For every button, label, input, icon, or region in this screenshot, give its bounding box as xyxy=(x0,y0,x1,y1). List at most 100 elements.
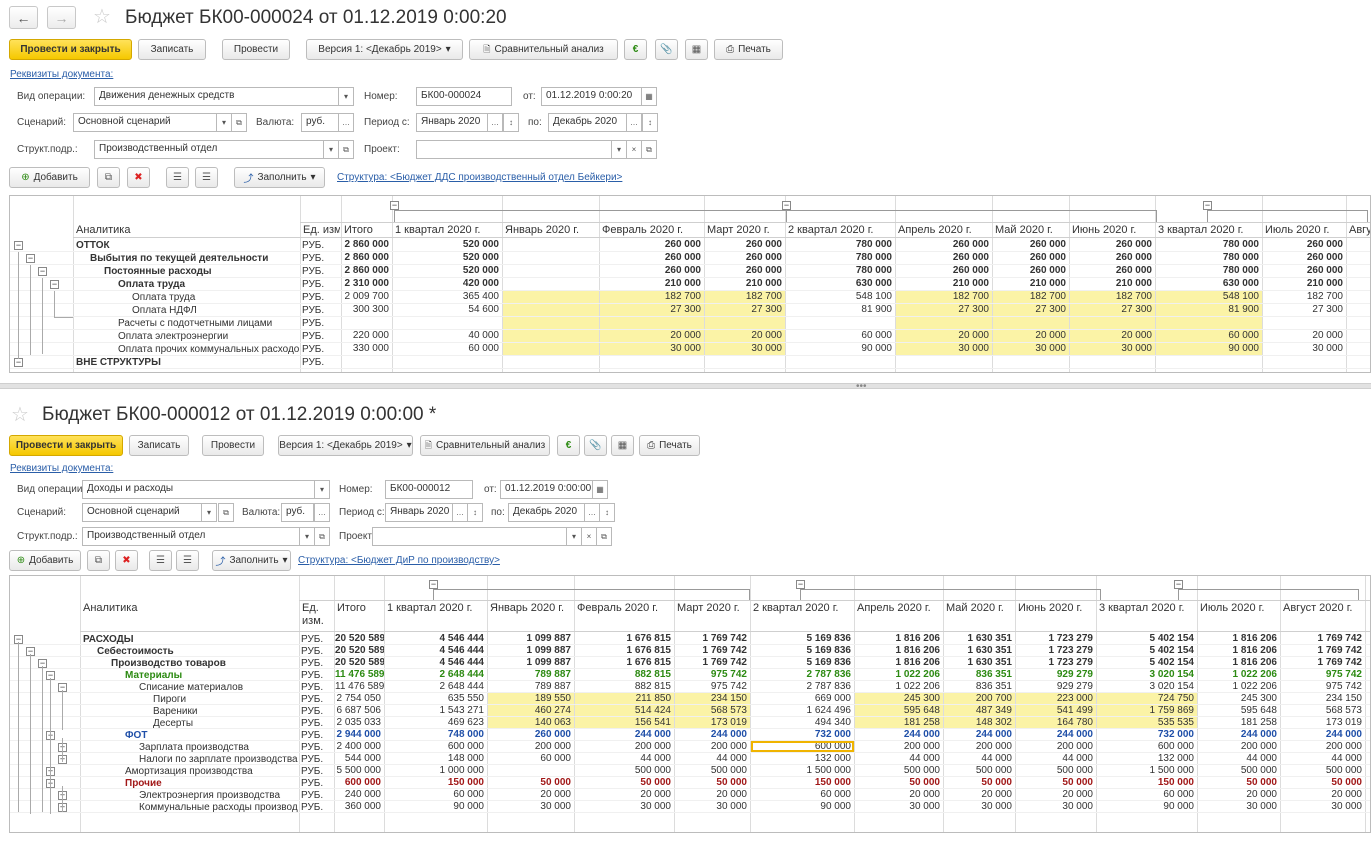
value-cell[interactable]: 1 022 206 xyxy=(1198,681,1280,692)
value-cell[interactable]: 210 000 xyxy=(1070,278,1155,290)
column-header[interactable]: Февраль 2020 г. xyxy=(602,224,703,236)
period-to-spin-icon[interactable]: ↕ xyxy=(642,113,658,132)
column-header[interactable]: Июль 2020 г. xyxy=(1200,602,1279,630)
value-cell[interactable]: 975 742 xyxy=(1281,669,1365,680)
value-cell[interactable]: 260 000 xyxy=(705,239,785,251)
period-to-field[interactable]: Декабрь 2020 xyxy=(548,113,627,132)
value-cell[interactable]: 20 000 xyxy=(896,330,992,342)
value-cell[interactable]: 1 759 869 xyxy=(1097,705,1197,716)
value-cell[interactable]: 4 546 444 xyxy=(385,657,487,668)
project-open-icon[interactable]: ⧉ xyxy=(641,140,657,159)
compare-button[interactable]: 🗎 Сравнительный анализ xyxy=(469,39,618,60)
value-cell[interactable]: 500 000 xyxy=(1198,765,1280,776)
value-cell[interactable]: 200 000 xyxy=(855,741,943,752)
table-row[interactable]: Пироги РУБ. 2 754 050 635 550 189 550 211 850… xyxy=(10,693,1370,705)
fill-dropdown[interactable]: ⤴ Заполнить ▾ xyxy=(212,550,291,571)
value-cell[interactable]: 748 000 xyxy=(385,729,487,740)
period-from-spin-icon[interactable]: ↕ xyxy=(467,503,483,522)
value-cell[interactable]: 260 000 xyxy=(993,239,1069,251)
value-cell[interactable] xyxy=(503,330,599,342)
expand-row-icon[interactable]: − xyxy=(14,241,23,250)
value-cell[interactable]: 164 780 xyxy=(1016,717,1096,728)
value-cell[interactable] xyxy=(600,317,704,329)
move-down-icon[interactable]: ☰ xyxy=(195,167,218,188)
column-header[interactable]: Май 2020 г. xyxy=(946,602,1014,630)
value-cell[interactable]: 2 787 836 xyxy=(751,669,854,680)
table-row[interactable]: Себестоимость РУБ. 20 520 589 4 546 444 1 09… xyxy=(10,645,1370,657)
value-cell[interactable]: 50 000 xyxy=(1198,777,1280,788)
column-header[interactable]: 1 квартал 2020 г. xyxy=(395,224,501,236)
scenario-dropdown-icon[interactable]: ▾ xyxy=(216,113,232,132)
value-cell[interactable]: 780 000 xyxy=(786,265,895,277)
budget-table[interactable]: −−−АналитикаЕд. изм.Итого1 квартал 2020 … xyxy=(9,195,1371,373)
value-cell[interactable]: 30 000 xyxy=(1070,343,1155,355)
copy-icon[interactable]: ⧉ xyxy=(87,550,110,571)
collapse-group-icon[interactable]: − xyxy=(429,580,438,589)
forward-button[interactable]: → xyxy=(47,6,76,29)
value-cell[interactable]: 173 019 xyxy=(675,717,750,728)
period-to-spin-icon[interactable]: ↕ xyxy=(599,503,615,522)
move-down-icon[interactable]: ☰ xyxy=(176,550,199,571)
project-field[interactable] xyxy=(372,527,567,546)
value-cell[interactable]: 836 351 xyxy=(944,681,1015,692)
period-from-choose-icon[interactable]: … xyxy=(487,113,503,132)
value-cell[interactable]: 90 000 xyxy=(385,801,487,812)
value-cell[interactable]: 600 000 xyxy=(385,741,487,752)
project-dropdown-icon[interactable]: ▾ xyxy=(566,527,582,546)
value-cell[interactable]: 20 000 xyxy=(1070,330,1155,342)
collapse-group-icon[interactable]: − xyxy=(1174,580,1183,589)
value-cell[interactable]: 182 700 xyxy=(896,291,992,303)
value-cell[interactable]: 1 022 206 xyxy=(1198,669,1280,680)
value-cell[interactable]: 44 000 xyxy=(675,753,750,764)
value-cell[interactable]: 20 520 589 xyxy=(335,633,384,644)
value-cell[interactable] xyxy=(786,317,895,329)
column-header[interactable]: Январь 2020 г. xyxy=(505,224,598,236)
value-cell[interactable]: 44 000 xyxy=(1198,753,1280,764)
value-cell[interactable]: 2 400 000 xyxy=(335,741,384,752)
table-row[interactable]: Оплата электроэнергии РУБ. 220 000 40 000 20… xyxy=(10,330,1370,343)
value-cell[interactable]: 60 000 xyxy=(385,789,487,800)
value-cell[interactable]: 500 000 xyxy=(575,765,674,776)
value-cell[interactable] xyxy=(503,278,599,290)
value-cell[interactable] xyxy=(503,343,599,355)
table-row[interactable]: Прочие РУБ. 600 000 150 000 50 000 50 000 50 0… xyxy=(10,777,1370,789)
value-cell[interactable]: 1 022 206 xyxy=(855,681,943,692)
collapse-group-icon[interactable]: − xyxy=(390,201,399,210)
value-cell[interactable]: 1 816 206 xyxy=(855,657,943,668)
value-cell[interactable]: 27 300 xyxy=(600,304,704,316)
value-cell[interactable]: 182 700 xyxy=(993,291,1069,303)
value-cell[interactable]: 420 000 xyxy=(393,278,502,290)
value-cell[interactable]: 244 000 xyxy=(1281,729,1365,740)
value-cell[interactable]: 882 815 xyxy=(575,669,674,680)
column-header[interactable]: Январь 2020 г. xyxy=(490,602,573,630)
value-cell[interactable]: 789 887 xyxy=(488,681,574,692)
column-header[interactable]: Июль 2020 г. xyxy=(1265,224,1345,236)
value-cell[interactable]: 836 351 xyxy=(944,669,1015,680)
project-clear-icon[interactable]: × xyxy=(581,527,597,546)
expand-row-icon[interactable]: − xyxy=(26,254,35,263)
value-cell[interactable]: 210 000 xyxy=(1263,278,1346,290)
value-cell[interactable]: 244 000 xyxy=(575,729,674,740)
column-header[interactable]: Август 2020 г. xyxy=(1283,602,1364,630)
document-details-link[interactable]: Реквизиты документа: xyxy=(10,69,113,80)
value-cell[interactable] xyxy=(1156,317,1262,329)
column-header[interactable]: Апрель 2020 г. xyxy=(857,602,942,630)
save-button[interactable]: Записать xyxy=(129,435,189,456)
value-cell[interactable]: 44 000 xyxy=(1016,753,1096,764)
value-cell[interactable]: 330 000 xyxy=(342,343,392,355)
value-cell[interactable]: 630 000 xyxy=(786,278,895,290)
value-cell[interactable]: 882 815 xyxy=(575,681,674,692)
value-cell[interactable]: 260 000 xyxy=(993,252,1069,264)
period-from-spin-icon[interactable]: ↕ xyxy=(503,113,519,132)
value-cell[interactable]: 182 700 xyxy=(1070,291,1155,303)
value-cell[interactable]: 365 400 xyxy=(393,291,502,303)
delete-icon[interactable]: ✖ xyxy=(127,167,150,188)
column-header[interactable]: Апрель 2020 г. xyxy=(898,224,991,236)
value-cell[interactable]: 500 000 xyxy=(944,765,1015,776)
value-cell[interactable]: 181 258 xyxy=(855,717,943,728)
value-cell[interactable] xyxy=(503,252,599,264)
value-cell[interactable]: 1 816 206 xyxy=(855,633,943,644)
panel-splitter[interactable]: ••• xyxy=(0,381,1371,392)
value-cell[interactable]: 535 535 xyxy=(1097,717,1197,728)
value-cell[interactable] xyxy=(342,356,392,368)
